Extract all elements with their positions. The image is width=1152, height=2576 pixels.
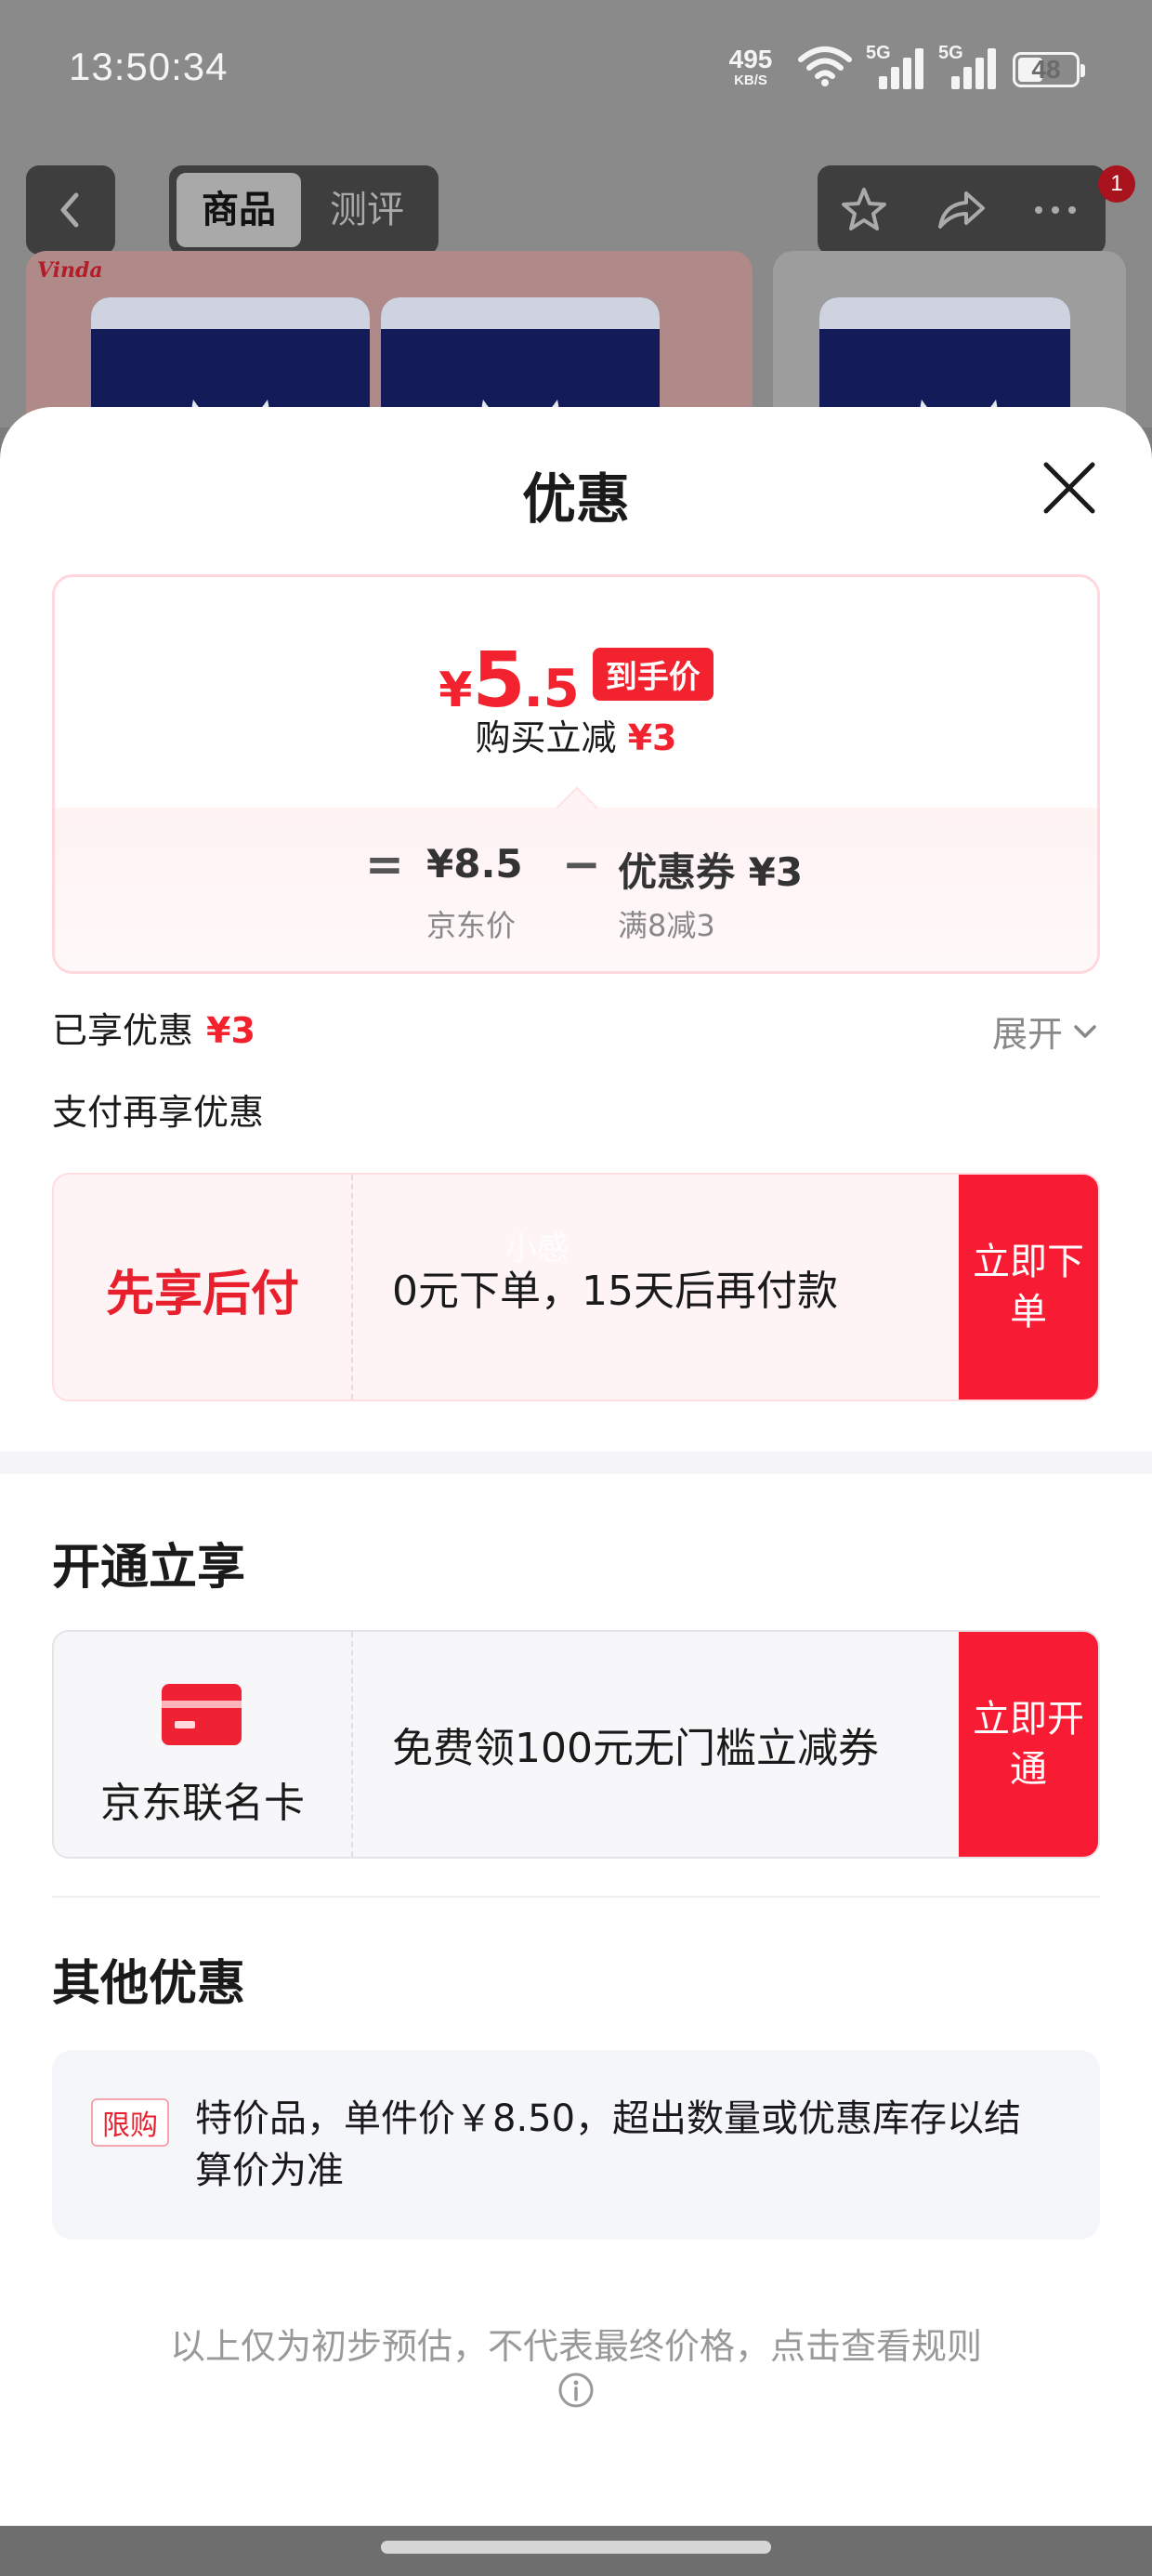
enjoyed-discount: 已享优惠 ¥3 xyxy=(52,1002,255,1053)
sheet-title: 优惠 xyxy=(521,467,630,531)
battery-level: 48 xyxy=(1031,55,1061,84)
network-speed-unit: KB/S xyxy=(734,72,767,88)
tab-product[interactable]: 商品 xyxy=(177,173,301,247)
network-speed: 495 KB/S xyxy=(721,46,780,89)
purchase-limit-notice: 限购 特价品，单件价￥8.50，超出数量或优惠库存以结算价为准 xyxy=(52,2050,1100,2240)
open-section-title: 开通立享 xyxy=(52,1540,246,1596)
wifi-icon xyxy=(798,46,852,86)
tab-review[interactable]: 测评 xyxy=(305,173,429,247)
price-rules-link[interactable]: 以上仅为初步预估，不代表最终价格，点击查看规则 xyxy=(0,2318,1152,2369)
coupon-value: 优惠券 ¥3 xyxy=(618,849,804,895)
expand-label: 展开 xyxy=(991,1014,1063,1055)
enjoyed-label: 已享优惠 xyxy=(52,1010,194,1051)
back-button[interactable] xyxy=(26,165,115,255)
home-indicator[interactable] xyxy=(381,2541,771,2554)
enjoyed-amount: ¥3 xyxy=(206,1010,255,1051)
credit-card-icon xyxy=(162,1684,242,1745)
chevron-left-icon xyxy=(60,192,79,228)
co-card-name: 京东联名卡 xyxy=(100,1780,305,1827)
favorite-star-icon[interactable] xyxy=(836,182,892,238)
instant-discount-amount: ¥3 xyxy=(627,717,677,758)
limit-text: 特价品，单件价￥8.50，超出数量或优惠库存以结算价为准 xyxy=(195,2097,1022,2192)
divider xyxy=(52,1896,1100,1898)
close-icon[interactable] xyxy=(1037,455,1102,520)
status-time: 13:50:34 xyxy=(69,45,229,88)
share-icon[interactable] xyxy=(933,182,988,238)
battery-icon: 48 xyxy=(1013,52,1085,87)
sim1-network-type: 5G xyxy=(866,43,891,63)
final-price-tag: 到手价 xyxy=(592,648,713,701)
info-icon[interactable] xyxy=(557,2372,595,2409)
cellular-signal-icon-2: 5G xyxy=(938,43,998,89)
other-section-title: 其他优惠 xyxy=(52,1956,246,2012)
bnpl-label: 先享后付 xyxy=(105,1267,299,1322)
minus-sign: − xyxy=(562,837,601,891)
status-bar: 13:50:34 495 KB/S 5G 5G 48 xyxy=(0,0,1152,139)
bnpl-offer[interactable]: 先享后付 小感 0元下单，15天后再付款 立即下单 xyxy=(52,1173,1100,1401)
more-options-icon[interactable] xyxy=(1028,182,1083,238)
co-card-description: 免费领100元无门槛立减券 xyxy=(392,1725,879,1772)
cellular-signal-icon: 5G xyxy=(866,43,925,89)
final-price-card: ¥5.5 到手价 购买立减 ¥3 = ¥8.5 京东价 − 优惠券 ¥3 满8减3 xyxy=(52,574,1100,974)
nav-actions xyxy=(818,165,1106,255)
section-divider xyxy=(0,1452,1152,1474)
open-card-button[interactable]: 立即开通 xyxy=(959,1632,1098,1857)
sim2-network-type: 5G xyxy=(938,43,963,63)
co-branded-card-offer[interactable]: 京东联名卡 免费领100元无门槛立减券 立即开通 xyxy=(52,1630,1100,1859)
jd-price-label: 京东价 xyxy=(426,908,517,943)
chevron-down-icon xyxy=(1074,1024,1096,1038)
order-now-button[interactable]: 立即下单 xyxy=(959,1175,1098,1400)
discount-bottom-sheet: 优惠 ¥5.5 到手价 购买立减 ¥3 = ¥8.5 京东价 − 优惠券 ¥3 满8… xyxy=(0,407,1152,2526)
notification-badge: 1 xyxy=(1098,165,1135,203)
network-speed-value: 495 xyxy=(728,45,773,73)
page-tabs: 商品 测评 xyxy=(169,165,439,255)
price-formula: = ¥8.5 京东价 − 优惠券 ¥3 满8减3 xyxy=(55,826,1097,956)
coupon-rule: 满8减3 xyxy=(618,908,715,943)
limit-tag: 限购 xyxy=(91,2098,169,2147)
instant-discount-label: 购买立减 xyxy=(475,717,617,758)
instant-discount: 购买立减 ¥3 xyxy=(55,709,1097,760)
expand-button[interactable]: 展开 xyxy=(992,1005,1100,1057)
jd-price-value: ¥8.5 xyxy=(426,841,523,887)
bnpl-description: 0元下单，15天后再付款 xyxy=(392,1268,838,1315)
equals-sign: = xyxy=(365,837,404,891)
pay-more-discount-label: 支付再享优惠 xyxy=(52,1092,265,1133)
brand-logo: Vinda xyxy=(37,258,103,283)
